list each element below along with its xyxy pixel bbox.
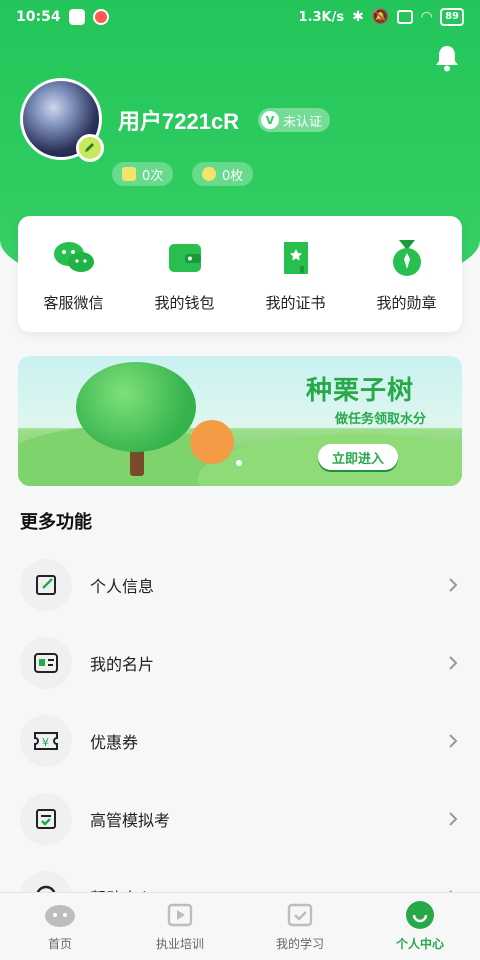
badges-chip[interactable]: 0枚 <box>192 162 254 186</box>
chevron-right-icon <box>449 812 458 826</box>
svg-text:¥: ¥ <box>42 736 49 749</box>
chevron-right-icon <box>449 578 458 592</box>
notification-app-icon-2 <box>92 9 109 25</box>
quick-action-medal[interactable]: 我的勋章 <box>357 236 457 313</box>
wallet-icon <box>163 236 207 280</box>
username: 用户7221cR <box>118 109 240 134</box>
badges-count: 0枚 <box>222 168 244 184</box>
quick-action-label: 我的勋章 <box>376 293 437 312</box>
chevron-right-icon <box>449 656 458 670</box>
verify-label: 未认证 <box>283 114 323 130</box>
battery-indicator: 89 <box>440 8 464 26</box>
more-features-list: 个人信息 我的名片 ¥ 优惠券 高管模拟考 帮助中心 <box>0 546 480 936</box>
nav-profile-center[interactable]: 个人中心 <box>360 901 480 952</box>
banner-subtitle: 做任务领取水分 <box>334 412 426 427</box>
list-item-coupons[interactable]: ¥ 优惠券 <box>0 702 480 780</box>
quick-action-wechat[interactable]: 客服微信 <box>24 236 124 313</box>
quick-action-label: 我的证书 <box>265 293 326 312</box>
times-chip[interactable]: 0次 <box>112 162 174 186</box>
list-item-personal-info[interactable]: 个人信息 <box>0 546 480 624</box>
quick-actions-card: 客服微信 我的钱包 我的证书 我的勋章 <box>18 216 462 332</box>
list-item-label: 我的名片 <box>90 655 155 674</box>
tree-illustration <box>76 362 196 452</box>
exam-icon <box>20 793 72 845</box>
check-icon <box>284 901 316 929</box>
notification-bell-icon[interactable] <box>434 44 460 72</box>
nav-label: 首页 <box>47 937 72 951</box>
list-item-label: 高管模拟考 <box>90 811 171 830</box>
quick-action-certificate[interactable]: 我的证书 <box>246 236 346 313</box>
badge-small-icon <box>202 167 216 181</box>
nav-home[interactable]: 首页 <box>0 901 120 952</box>
play-icon <box>164 901 196 929</box>
carousel-dot <box>236 460 242 466</box>
wifi-icon: ◠ <box>421 9 433 25</box>
status-bar: 10:54 1.3K/s ✱ 🔕 ◠ 89 <box>0 0 480 34</box>
times-count: 0次 <box>142 168 164 184</box>
quick-action-label: 我的钱包 <box>154 293 215 312</box>
medal-icon <box>385 236 429 280</box>
list-item-mock-exam[interactable]: 高管模拟考 <box>0 780 480 858</box>
silent-icon: 🔕 <box>371 9 390 25</box>
nav-label: 执业培训 <box>155 937 204 951</box>
wechat-icon <box>52 236 96 280</box>
quick-action-label: 客服微信 <box>43 293 104 312</box>
profile-icon <box>404 901 436 929</box>
nav-label: 个人中心 <box>395 937 444 951</box>
status-time: 10:54 <box>16 9 61 25</box>
nav-label: 我的学习 <box>275 937 324 951</box>
list-item-label: 优惠券 <box>90 733 139 752</box>
home-icon <box>44 901 76 929</box>
banner-title: 种栗子树 <box>305 376 414 406</box>
coupon-icon: ¥ <box>20 715 72 767</box>
more-features-title: 更多功能 <box>20 512 92 533</box>
bluetooth-icon: ✱ <box>352 9 364 25</box>
chevron-right-icon <box>449 734 458 748</box>
list-item-label: 个人信息 <box>90 577 155 596</box>
quick-action-wallet[interactable]: 我的钱包 <box>135 236 235 313</box>
list-item-business-card[interactable]: 我的名片 <box>0 624 480 702</box>
certificate-icon <box>274 236 318 280</box>
verify-status-badge[interactable]: V 未认证 <box>258 108 331 132</box>
notification-app-icon <box>68 9 85 25</box>
network-speed: 1.3K/s <box>298 9 345 25</box>
sim-icon <box>397 10 414 24</box>
chestnut-tree-banner[interactable]: 种栗子树 做任务领取水分 立即进入 <box>18 356 462 486</box>
check-small-icon <box>122 167 136 181</box>
banner-enter-button[interactable]: 立即进入 <box>317 444 398 470</box>
nav-my-learning[interactable]: 我的学习 <box>240 901 360 952</box>
bottom-navigation: 首页 执业培训 我的学习 个人中心 <box>0 892 480 960</box>
id-card-icon <box>20 637 72 689</box>
verify-v-icon: V <box>261 111 279 129</box>
chestnut-mascot-illustration <box>190 420 234 464</box>
edit-icon <box>20 559 72 611</box>
nav-training[interactable]: 执业培训 <box>120 901 240 952</box>
avatar-edit-icon[interactable] <box>76 134 104 162</box>
